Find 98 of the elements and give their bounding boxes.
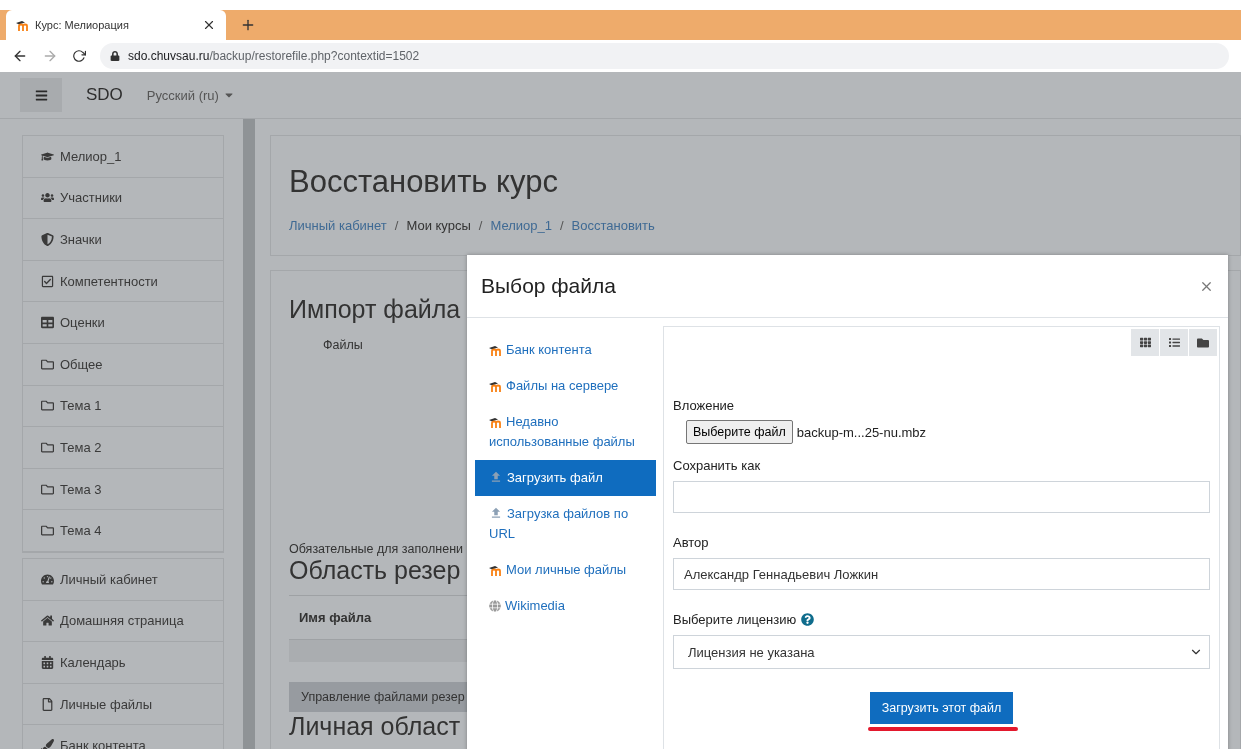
table-icon [41,316,54,330]
moodle-logo-icon [16,19,29,31]
sidebar-label: Оценки [60,315,105,331]
sidebar-label: Домашняя страница [60,613,184,629]
shield-icon [41,233,54,246]
section-title: Импорт файла [289,295,462,324]
sidebar-label: Компетентности [60,273,158,289]
users-icon [41,191,54,205]
list-icon [1168,337,1180,348]
folder-icon [41,399,54,413]
file-name: backup-m...25-nu.mbz [796,424,927,440]
scrollbar[interactable] [243,119,255,749]
file-icon [41,697,54,711]
choose-file-button[interactable]: Выберите файл [686,420,793,444]
breadcrumb-text: Мои курсы [406,218,471,233]
field-label: Вложение [673,398,736,413]
browser-tab[interactable]: Курс: Мелиорация [6,10,226,40]
repository-link[interactable]: Банк контента [475,332,656,368]
sidebar-label: Тема 2 [60,439,102,455]
sidebar-label: Мелиор_1 [60,148,122,164]
field-label: Автор [673,535,710,550]
sidebar-item[interactable]: Участники [23,177,223,220]
globe-icon [489,600,501,612]
breadcrumb-separator: / [394,218,399,233]
site-name[interactable]: SDO [86,85,123,105]
sidebar-item[interactable]: Компетентности [23,260,223,303]
folder-icon [41,440,54,454]
license-label: Выберите лицензию [673,612,797,627]
moodle-logo-icon [489,565,502,576]
sidebar-item[interactable]: Мелиор_1 [23,136,223,178]
close-icon[interactable] [202,18,216,32]
select-value: Лицензия не указана [688,644,815,660]
manage-files-button[interactable]: Управление файлами резер [289,682,467,712]
help-icon[interactable] [801,613,815,626]
repository-link[interactable]: Загрузка файлов по URL [475,496,656,552]
sidebar-label: Календарь [60,654,126,670]
sidebar-label: Тема 4 [60,523,102,539]
breadcrumb-separator: / [559,218,564,233]
upload-tray-icon [489,506,503,520]
folder-icon [1197,336,1209,349]
folder-icon [41,482,54,496]
sidebar-item[interactable]: Календарь [23,642,223,684]
new-tab-icon[interactable] [240,17,256,33]
author-field[interactable]: Александр Геннадьевич Ложкин [673,558,1210,590]
page-title: Восстановить курс [289,164,559,200]
dialog-title: Выбор файла [481,274,616,298]
brush-icon [41,739,54,749]
section-title: Область резер [289,556,462,585]
repository-link[interactable]: Загрузить файл [475,460,656,496]
calendar-icon [41,655,54,669]
save-as-field[interactable] [673,481,1210,513]
repository-link[interactable]: Файлы на сервере [475,368,656,404]
moodle-logo-icon [489,345,502,356]
sidebar-item[interactable]: Тема 2 [23,427,223,469]
section-title: Личная област [289,712,462,741]
sidebar-item[interactable]: Тема 1 [23,385,223,428]
repository-link[interactable]: Недавно использованные файлы [475,404,656,460]
sidebar-label: Личный кабинет [60,571,158,587]
sidebar-item[interactable]: Домашняя страница [23,600,223,643]
sidebar-item[interactable]: Общее [23,343,223,386]
upload-button[interactable]: Загрузить этот файл [869,692,1014,724]
breadcrumb-link[interactable]: Личный кабинет [289,218,387,233]
sidebar-item[interactable]: Личные файлы [23,683,223,726]
gauge-icon [41,572,54,586]
moodle-logo-icon [489,417,502,428]
menu-icon [34,88,48,102]
tab-title: Курс: Мелиорация [35,19,130,31]
lock-icon [110,51,120,61]
sidebar-item[interactable]: Тема 4 [23,510,223,552]
moodle-logo-icon [489,381,502,392]
sidebar-item[interactable]: Оценки [23,302,223,344]
address-bar[interactable]: sdo.chuvsau.ru/backup/restorefile.php?contextid=1502 [100,43,1229,69]
language-menu[interactable]: Русский (ru) [146,87,235,103]
sidebar-label: Тема 1 [60,398,102,414]
folder-icon [41,524,54,538]
sidebar-label: Тема 3 [60,481,102,497]
repository-link[interactable]: Wikimedia [475,588,656,624]
checkbox-icon [41,274,54,288]
field-label: Сохранить как [673,458,762,473]
breadcrumb-separator: / [478,218,483,233]
repository-link[interactable]: Мои личные файлы [475,552,656,588]
license-select[interactable]: Лицензия не указана [673,635,1210,669]
url-text: sdo.chuvsau.ru/backup/restorefile.php?contextid=1502 [128,49,420,63]
upload-tray-icon [489,470,503,484]
folder-icon [41,357,54,371]
sidebar-item[interactable]: Значки [23,219,223,261]
grid-icon [1139,337,1151,348]
menu-button[interactable] [20,78,62,112]
sidebar-label: Общее [60,356,103,372]
sidebar-label: Значки [60,232,102,247]
sidebar-label: Участники [60,190,123,206]
sidebar-item[interactable]: Личный кабинет [23,558,223,601]
sidebar-item[interactable]: Тема 3 [23,468,223,511]
required-note: Обязательные для заполнени [289,542,465,556]
field-label: Файлы [323,338,364,352]
reload-icon[interactable] [72,49,86,63]
home-icon [41,614,54,628]
sidebar-label: Личные файлы [60,696,153,712]
